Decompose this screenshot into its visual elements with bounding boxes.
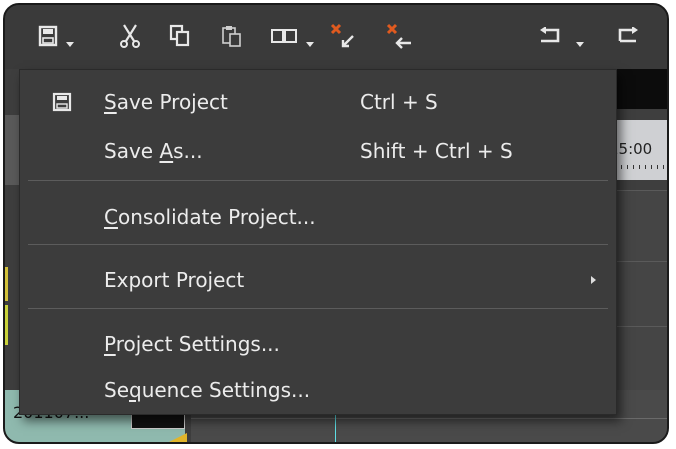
save-dropdown-caret-icon[interactable] xyxy=(63,19,77,53)
menu-item-save-project[interactable]: Save Project Ctrl + S xyxy=(20,85,616,119)
menu-item-label: Consolidate Project... xyxy=(104,205,316,229)
menu-item-label: Sequence Settings... xyxy=(104,378,311,402)
menu-item-label: Save As... xyxy=(104,139,203,163)
redo-icon[interactable] xyxy=(613,19,643,53)
project-menu: Save Project Ctrl + S Save As... Shift +… xyxy=(19,69,617,415)
app-window: 15:00 201107... Save Project Ctrl + S Sa… xyxy=(3,3,669,444)
track-edge xyxy=(5,115,19,185)
paste-icon[interactable] xyxy=(217,19,247,53)
undo-dropdown-caret-icon[interactable] xyxy=(573,19,587,53)
menu-separator xyxy=(28,244,608,245)
menu-separator xyxy=(28,308,608,309)
menu-item-shortcut: Shift + Ctrl + S xyxy=(360,139,513,163)
menu-item-label: Export Project xyxy=(104,268,245,292)
menu-item-shortcut: Ctrl + S xyxy=(360,90,438,114)
menu-item-project-settings[interactable]: Project Settings... xyxy=(20,327,616,361)
menu-separator xyxy=(28,180,608,181)
menu-item-save-as[interactable]: Save As... Shift + Ctrl + S xyxy=(20,134,616,168)
menu-item-label: Project Settings... xyxy=(104,332,280,356)
copy-icon[interactable] xyxy=(165,19,195,53)
menu-item-consolidate-project[interactable]: Consolidate Project... xyxy=(20,200,616,234)
clip-fade-handle[interactable] xyxy=(155,433,187,442)
delete-left-icon[interactable] xyxy=(383,19,417,53)
cut-icon[interactable] xyxy=(115,19,145,53)
menu-item-sequence-settings[interactable]: Sequence Settings... xyxy=(20,373,616,407)
ruler-ticks xyxy=(609,165,665,169)
save-icon xyxy=(52,92,72,117)
submenu-arrow-icon xyxy=(591,276,596,284)
delete-icon[interactable] xyxy=(327,19,361,53)
clip-icon[interactable] xyxy=(267,19,301,53)
menu-item-export-project[interactable]: Export Project xyxy=(20,263,616,297)
track-divider xyxy=(191,418,667,419)
clip-dropdown-caret-icon[interactable] xyxy=(303,19,317,53)
save-icon[interactable] xyxy=(33,19,63,53)
track-marker xyxy=(5,305,8,345)
main-toolbar xyxy=(5,5,667,69)
undo-icon[interactable] xyxy=(535,19,565,53)
menu-item-label: Save Project xyxy=(104,90,228,114)
track-marker xyxy=(5,267,8,301)
